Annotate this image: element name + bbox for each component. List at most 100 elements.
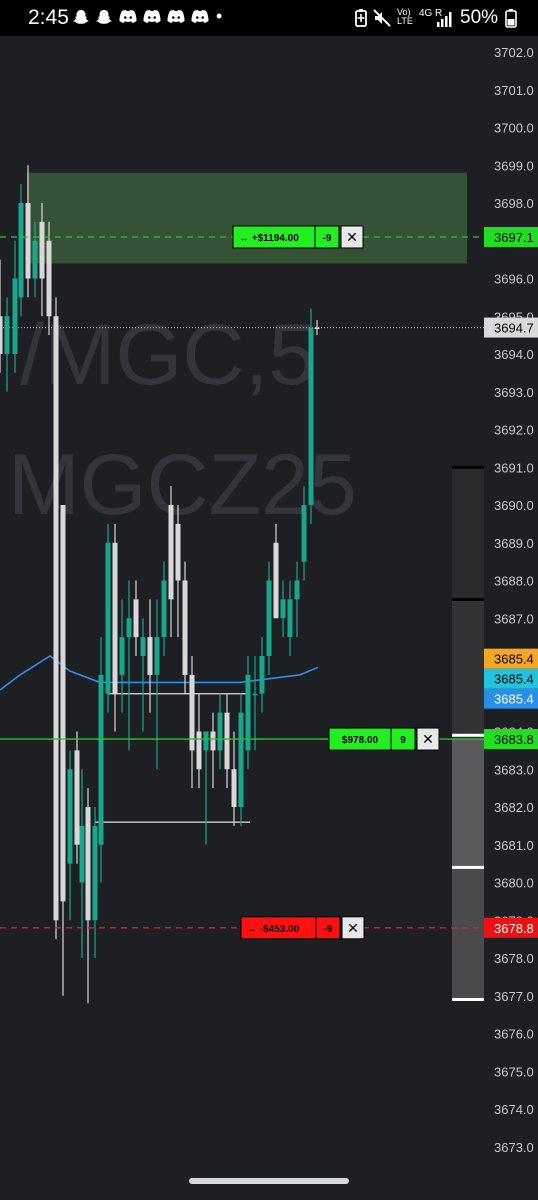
volume-profile-block (452, 867, 484, 1000)
candle-body (119, 637, 125, 675)
candle (105, 523, 111, 713)
price-tag-text: 3683.8 (494, 732, 534, 747)
price-axis-label: 3673.0 (494, 1140, 534, 1155)
signal-icon (436, 10, 454, 32)
price-axis-label: 3687.0 (494, 611, 534, 626)
candle-body (217, 712, 223, 751)
order-pnl-text: ↔ -$453.00 (247, 924, 300, 935)
order-pnl-text: $978.00 (342, 735, 379, 746)
status-bar: 2:45 • Vo) LTE 4G R 50% (0, 0, 538, 36)
price-axis-label: 3681.0 (494, 838, 534, 853)
price-axis-label: 3674.0 (494, 1102, 534, 1117)
volume-profile-marker (452, 465, 484, 469)
candle-body (287, 599, 293, 638)
candle-body (196, 731, 202, 770)
price-tag-text: 3694.7 (494, 321, 534, 336)
close-icon: ✕ (347, 921, 359, 937)
stop-loss-order-box[interactable]: ↔ -$453.00 -9 ✕ (240, 916, 365, 940)
candle-body (175, 523, 181, 581)
price-axis-label: 3675.0 (494, 1064, 534, 1079)
candle-body (39, 221, 45, 279)
battery-icon (505, 8, 517, 32)
close-icon: ✕ (346, 230, 358, 246)
battery-percent: 50% (460, 7, 499, 28)
candle-body (147, 637, 153, 675)
status-time: 2:45 (28, 6, 69, 29)
candle-body (133, 599, 139, 638)
stop-loss-price-tag: 3678.8 (484, 917, 538, 938)
level-tag-blue: 3685.4 (484, 688, 538, 709)
navigation-bar (0, 1160, 538, 1200)
watermark-symbol: /MGC,5 (20, 307, 316, 403)
price-tag-text: 3685.4 (494, 672, 534, 687)
candle-body (238, 712, 244, 807)
price-axis-label: 3682.0 (494, 800, 534, 815)
battery-saver-icon (354, 8, 368, 32)
price-axis-label: 3701.0 (494, 83, 534, 98)
position-order-box[interactable]: $978.00 9 ✕ (328, 727, 440, 751)
chart-area[interactable]: /MGC,5 MGCZ25 ↔ +$1194.00 -9 ✕ $978.00 9 ✕ ↔ -… (0, 36, 538, 1160)
network-4g-label: 4G (419, 8, 433, 19)
candle (18, 184, 24, 317)
candle-body (182, 580, 188, 675)
candle (74, 731, 80, 864)
price-axis-label: 3690.0 (494, 498, 534, 513)
level-tag-cyan: 3685.4 (484, 668, 538, 689)
candle-body (314, 327, 320, 330)
candle-body (79, 825, 85, 883)
price-axis-label: 3700.0 (494, 121, 534, 136)
candle-body (25, 203, 31, 279)
gesture-handle[interactable] (189, 1178, 349, 1184)
candle-body (92, 825, 98, 921)
candle-body (98, 674, 104, 845)
discord-icon (142, 8, 162, 30)
price-axis-label: 3692.0 (494, 423, 534, 438)
order-pnl-text: ↔ +$1194.00 (239, 233, 299, 244)
price-axis-label: 3696.0 (494, 272, 534, 287)
volte-label: Vo) LTE (397, 7, 413, 26)
target-zone (27, 172, 467, 264)
price-tag-text: 3685.4 (494, 692, 534, 707)
close-icon: ✕ (422, 732, 434, 748)
candle-body (4, 316, 10, 354)
candle-body (112, 542, 118, 694)
close-order-button[interactable]: ✕ (341, 916, 365, 940)
close-order-button[interactable]: ✕ (416, 727, 440, 751)
price-tag-text: 3678.8 (494, 921, 534, 936)
close-order-button[interactable]: ✕ (340, 225, 364, 249)
price-axis-label: 3688.0 (494, 574, 534, 589)
last-price-tag: 3694.7 (484, 317, 538, 338)
candle-body (85, 807, 91, 921)
candle-body (301, 505, 307, 562)
discord-icon (118, 8, 138, 30)
price-axis-label: 3698.0 (494, 196, 534, 211)
candle-body (18, 203, 24, 298)
price-axis-label: 3683.0 (494, 762, 534, 777)
candle-body (67, 769, 73, 864)
candle (238, 693, 244, 826)
candle-body (161, 580, 167, 638)
candle-body (252, 693, 258, 696)
candle-body (203, 731, 209, 751)
price-axis-label: 3694.0 (494, 347, 534, 362)
level-tag-orange: 3685.4 (484, 648, 538, 669)
candle-body (266, 580, 272, 656)
price-axis-label: 3691.0 (494, 460, 534, 475)
order-qty-text: -9 (324, 924, 333, 935)
snapchat-icon (95, 8, 113, 30)
price-axis-label: 3702.0 (494, 45, 534, 60)
volume-profile-block (452, 467, 484, 600)
take-profit-order-box[interactable]: ↔ +$1194.00 -9 ✕ (232, 225, 364, 249)
price-axis-label: 3689.0 (494, 536, 534, 551)
mute-icon (372, 8, 392, 32)
candle-body (60, 505, 66, 902)
candle-body (105, 542, 111, 694)
candle-body (140, 637, 146, 656)
volume-profile-marker (452, 865, 484, 869)
price-tag-text: 3697.1 (494, 230, 534, 245)
candle (53, 297, 59, 940)
price-axis-label: 3680.0 (494, 876, 534, 891)
candle-body (74, 750, 80, 845)
candle-body (259, 656, 265, 694)
price-chart[interactable]: /MGC,5 MGCZ25 ↔ +$1194.00 -9 ✕$978.00 9 ✕↔ -… (0, 36, 538, 1160)
